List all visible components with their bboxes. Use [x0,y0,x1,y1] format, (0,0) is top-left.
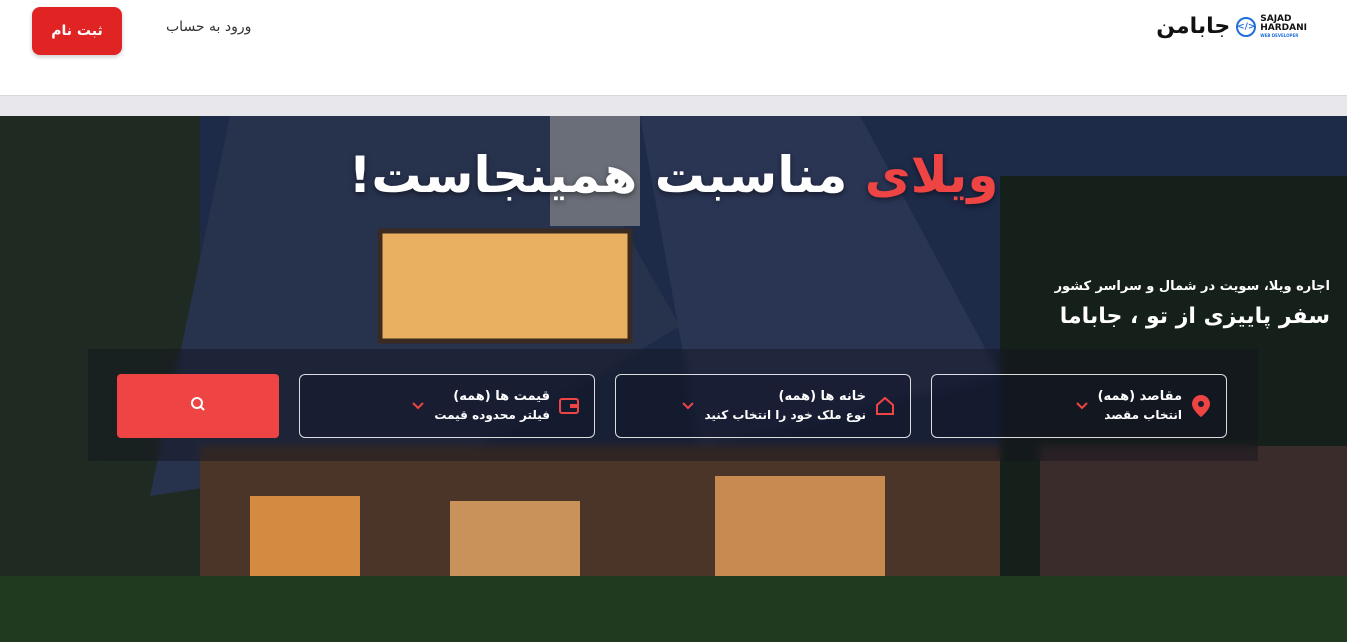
hero-title: ویلای مناسبت همینجاست! [0,146,1347,204]
top-navbar: ثبت نام ورود به حساب جابامن </> SAJAD HA… [0,0,1347,96]
home-type-select[interactable]: خانه ها (همه) نوع ملک خود را انتخاب کنید [615,374,911,438]
developer-logo: </> SAJAD HARDANI WEB DEVELOPER [1236,15,1307,38]
destination-title: مقاصد (همه) [1097,389,1182,404]
destination-select[interactable]: مقاصد (همه) انتخاب مقصد [931,374,1227,438]
hero-banner: ویلای مناسبت همینجاست! اجاره ویلا، سویت … [0,116,1347,642]
hero-title-rest: مناسبت همینجاست! [348,146,865,204]
header-separator [0,96,1347,116]
home-type-title: خانه ها (همه) [778,389,866,404]
destination-hint: انتخاب مقصد [1104,408,1182,422]
home-type-hint: نوع ملک خود را انتخاب کنید [704,408,866,422]
chevron-down-icon [1075,399,1088,413]
chevron-down-icon [682,399,695,413]
site-logo[interactable]: جابامن </> SAJAD HARDANI WEB DEVELOPER [1156,14,1307,39]
brand-name: جابامن [1156,14,1231,39]
home-icon [874,395,896,417]
chevron-down-icon [412,399,425,413]
hero-subtitle-small: اجاره ویلا، سویت در شمال و سراسر کشور [1054,279,1330,294]
search-icon [190,396,206,416]
search-button[interactable] [117,374,279,438]
price-title: قیمت ها (همه) [453,389,550,404]
hero-subtitle-large: سفر پاییزی از تو ، جاباما [1059,304,1330,329]
code-icon: </> [1236,16,1257,37]
login-link[interactable]: ورود به حساب [166,19,251,35]
signup-button[interactable]: ثبت نام [32,7,122,55]
logo-line-2: HARDANI [1260,23,1307,33]
hero-title-accent: ویلای [864,146,999,204]
logo-line-3: WEB DEVELOPER [1260,33,1299,38]
location-pin-icon [1190,395,1212,417]
wallet-icon [558,395,580,417]
price-filter-select[interactable]: قیمت ها (همه) فیلتر محدوده قیمت [299,374,595,438]
price-hint: فیلتر محدوده قیمت [434,408,550,422]
